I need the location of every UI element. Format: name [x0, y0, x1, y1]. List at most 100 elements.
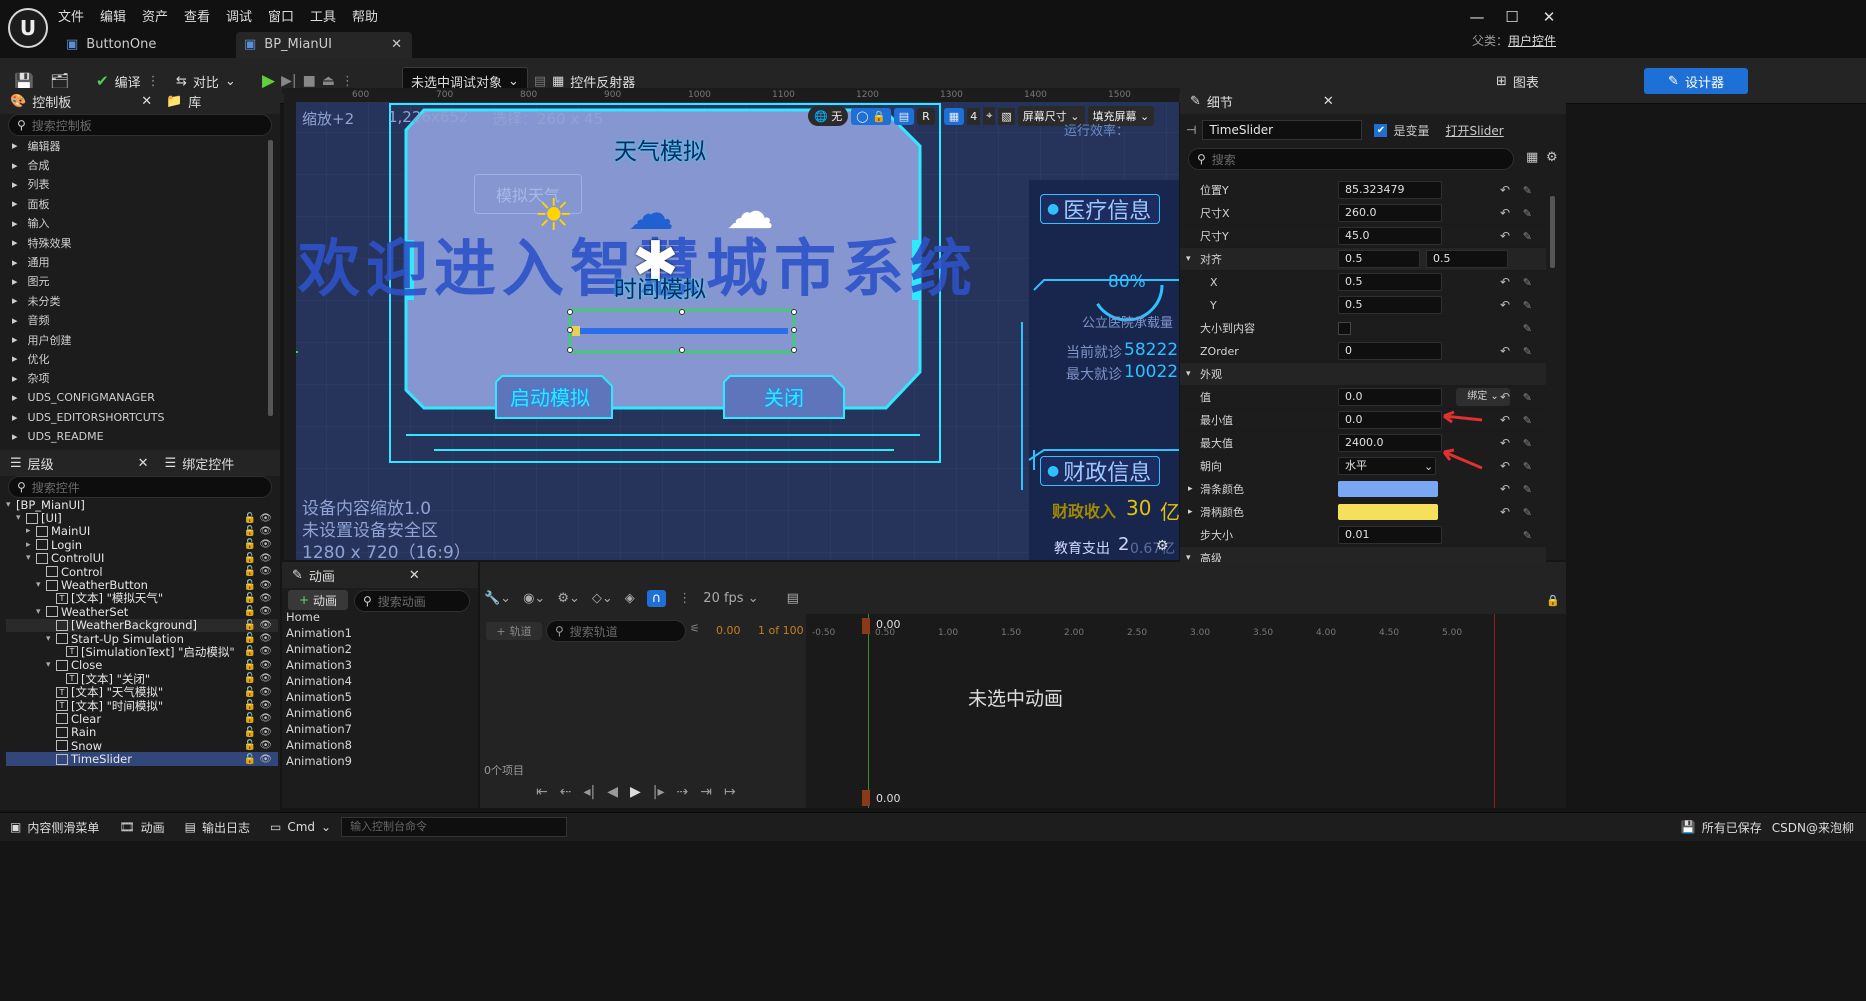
- add-track-button[interactable]: + 轨道: [486, 622, 542, 640]
- hierarchy-row[interactable]: [WeatherBackground] 🔓 👁: [6, 618, 278, 632]
- property-value[interactable]: 水平: [1338, 457, 1436, 475]
- palette-category[interactable]: ▸ 杂项: [0, 369, 268, 388]
- animation-item[interactable]: Animation1: [282, 626, 472, 642]
- key-mode-icon[interactable]: ◈: [625, 591, 635, 606]
- palette-category[interactable]: ▸ UDS_EDITORSHORTCUTS: [0, 407, 268, 426]
- property-value[interactable]: 0.0: [1338, 411, 1442, 429]
- lock-icon[interactable]: 🔓: [244, 713, 256, 724]
- palette-search-input[interactable]: ⚲ 搜索控制板: [8, 114, 272, 136]
- table-view-icon[interactable]: ▦: [1526, 150, 1538, 165]
- pin-icon[interactable]: ✎: [1523, 345, 1532, 358]
- eye-icon[interactable]: 👁: [259, 526, 272, 537]
- hierarchy-row[interactable]: Snow 🔓 👁: [6, 739, 278, 753]
- expand-arrow-icon[interactable]: ▾: [16, 513, 26, 523]
- minimize-button[interactable]: —: [1460, 8, 1494, 32]
- skip-end-icon[interactable]: ⇥: [700, 784, 712, 800]
- animation-item[interactable]: Animation9: [282, 754, 472, 770]
- animation-item[interactable]: Animation6: [282, 706, 472, 722]
- pin-icon[interactable]: ✎: [1523, 506, 1532, 519]
- property-value[interactable]: 0: [1338, 342, 1442, 360]
- reset-icon[interactable]: ↶: [1500, 436, 1510, 450]
- menu-item[interactable]: 帮助: [352, 6, 378, 25]
- menu-item[interactable]: 资产: [142, 6, 168, 25]
- property-value[interactable]: 45.0: [1338, 227, 1442, 245]
- lock-icon[interactable]: 🔓: [244, 553, 256, 564]
- pin-icon[interactable]: ✎: [1523, 460, 1532, 473]
- curve-editor-icon[interactable]: ▤: [787, 591, 799, 606]
- grid-size[interactable]: 4: [967, 107, 981, 125]
- start-simulation-button[interactable]: 启动模拟: [510, 382, 590, 411]
- animation-item[interactable]: Animation8: [282, 738, 472, 754]
- hierarchy-search-input[interactable]: ⚲ 搜索控件: [8, 476, 272, 498]
- hierarchy-row[interactable]: ▾ [UI] 🔓 👁: [6, 511, 278, 525]
- expand-arrow-icon[interactable]: ▾: [36, 580, 46, 590]
- close-button[interactable]: 关闭: [764, 382, 804, 411]
- eye-icon[interactable]: 👁: [259, 593, 272, 604]
- property-value[interactable]: 2400.0: [1338, 434, 1442, 452]
- details-scrollbar[interactable]: [1550, 196, 1555, 268]
- resize-handle[interactable]: [567, 347, 573, 353]
- pin-icon[interactable]: ✎: [1523, 299, 1532, 312]
- snap-toggle[interactable]: ◯ 🔒: [851, 107, 891, 125]
- snow-cloud-icon[interactable]: ☁: [726, 184, 774, 240]
- settings-icon[interactable]: ⚙: [1546, 150, 1558, 165]
- close-tab-icon[interactable]: ✕: [391, 37, 402, 52]
- palette-category[interactable]: ▸ UDS_README: [0, 427, 268, 446]
- palette-category[interactable]: ▸ 优化: [0, 349, 268, 368]
- hierarchy-row[interactable]: T [SimulationText] "启动模拟" 🔓 👁: [6, 645, 278, 659]
- hierarchy-row[interactable]: Control 🔓 👁: [6, 565, 278, 579]
- hierarchy-row[interactable]: T [文本] "模拟天气" 🔓 👁: [6, 591, 278, 605]
- pointer-icon[interactable]: ⌖: [983, 107, 996, 125]
- lock-icon[interactable]: 🔓: [244, 646, 256, 657]
- lock-icon[interactable]: 🔓: [244, 727, 256, 738]
- lock-icon[interactable]: 🔓: [244, 687, 256, 698]
- close-window-button[interactable]: ✕: [1532, 8, 1566, 32]
- sun-icon[interactable]: ☀: [534, 190, 573, 241]
- tab-bp-mianui[interactable]: ▣ BP_MianUI ✕: [236, 32, 412, 58]
- resize-handle[interactable]: [567, 309, 573, 315]
- palette-category[interactable]: ▸ 面板: [0, 194, 268, 213]
- reset-icon[interactable]: ↶: [1500, 505, 1510, 519]
- reset-icon[interactable]: ↶: [1500, 459, 1510, 473]
- close-hierarchy-icon[interactable]: ✕: [138, 456, 149, 471]
- eye-icon[interactable]: 👁: [259, 700, 272, 711]
- expand-arrow-icon[interactable]: ▸: [1188, 507, 1193, 517]
- lock-icon[interactable]: 🔓: [244, 660, 256, 671]
- expand-arrow-icon[interactable]: ▾: [1186, 369, 1191, 379]
- menu-item[interactable]: 查看: [184, 6, 210, 25]
- eye-icon[interactable]: ◉⌄: [523, 591, 545, 606]
- debug-filter-icon[interactable]: ▤: [534, 74, 546, 89]
- pin-icon[interactable]: ✎: [1523, 414, 1532, 427]
- playhead-bottom-marker[interactable]: [862, 790, 870, 806]
- lock-icon[interactable]: 🔓: [244, 740, 256, 751]
- close-details-icon[interactable]: ✕: [1323, 94, 1334, 109]
- eye-icon[interactable]: 👁: [259, 606, 272, 617]
- hierarchy-row[interactable]: Clear 🔓 👁: [6, 712, 278, 726]
- palette-category[interactable]: ▸ 音频: [0, 311, 268, 330]
- animation-tab-button[interactable]: 🎞 动画: [119, 819, 164, 836]
- menu-item[interactable]: 窗口: [268, 6, 294, 25]
- reset-icon[interactable]: ↶: [1500, 413, 1510, 427]
- eye-icon[interactable]: 👁: [259, 673, 272, 684]
- eye-icon[interactable]: 👁: [259, 580, 272, 591]
- resize-handle[interactable]: [567, 327, 573, 333]
- pin-icon[interactable]: ✎: [1523, 230, 1532, 243]
- palette-category[interactable]: ▸ 输入: [0, 214, 268, 233]
- widget-name-input[interactable]: TimeSlider: [1202, 120, 1363, 140]
- hierarchy-row[interactable]: ▾ ControlUI 🔓 👁: [6, 551, 278, 565]
- hierarchy-row[interactable]: ▸ MainUI 🔓 👁: [6, 524, 278, 538]
- reset-icon[interactable]: ↶: [1500, 390, 1510, 404]
- tab-buttonone[interactable]: ▣ ButtonOne: [58, 32, 166, 58]
- pin-icon[interactable]: ✎: [1523, 483, 1532, 496]
- size-to-content-checkbox[interactable]: [1338, 321, 1351, 335]
- animation-item[interactable]: Home: [282, 610, 472, 626]
- console-input[interactable]: 输入控制台命令: [341, 817, 568, 837]
- current-time[interactable]: 0.00: [716, 624, 741, 637]
- next-frame-icon[interactable]: |▸: [653, 784, 665, 800]
- property-value[interactable]: 260.0: [1338, 204, 1442, 222]
- next-key-icon[interactable]: ⇢: [677, 784, 689, 800]
- close-palette-icon[interactable]: ✕: [141, 94, 152, 109]
- lock-icon[interactable]: 🔓: [244, 620, 256, 631]
- prev-frame-icon[interactable]: ◂|: [583, 784, 595, 800]
- reverse-icon[interactable]: ◀: [607, 784, 618, 800]
